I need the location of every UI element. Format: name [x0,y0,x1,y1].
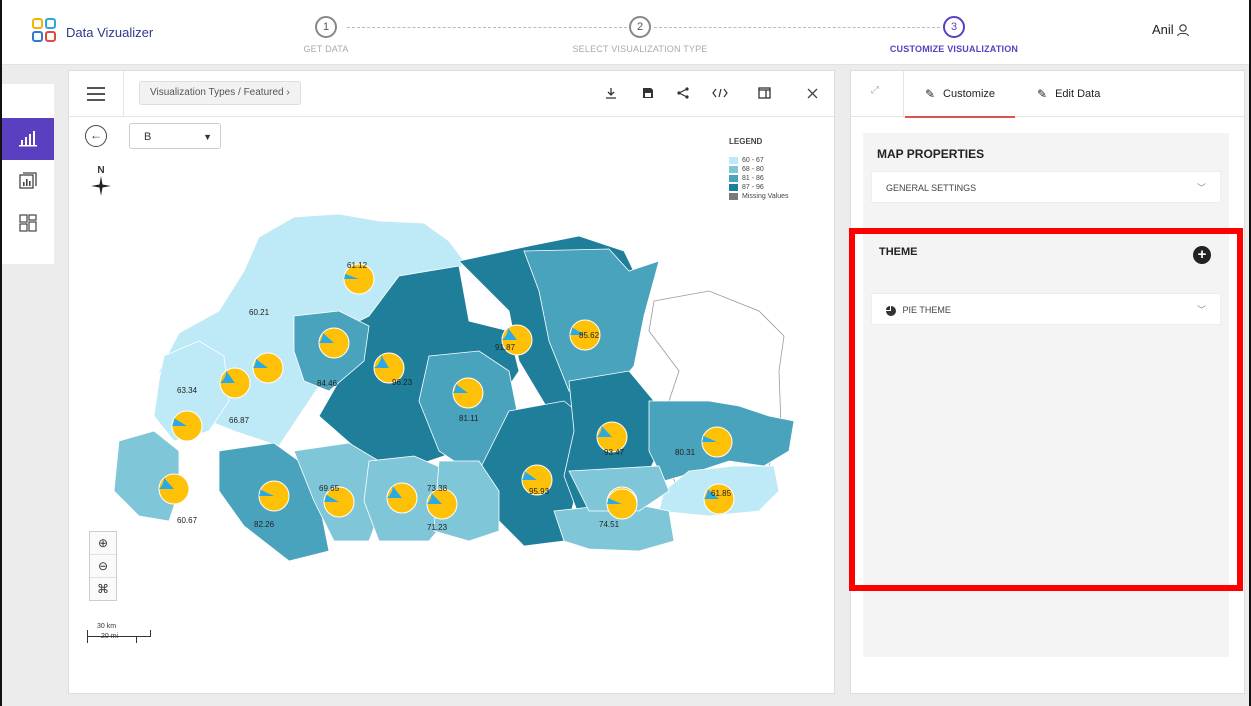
region-value-label: 84.46 [317,379,338,388]
zoom-out-icon[interactable]: ⊖ [90,555,116,578]
panel-tabs: ⤢ ✎ Customize ✎ Edit Data [851,71,1244,118]
region-value-label: 91.87 [495,343,516,352]
scale-km: 30 km [97,623,117,630]
region-value-label: 71.23 [427,523,448,532]
rail-dashboard-button[interactable] [2,202,54,244]
pie-theme-label: PIE THEME [902,305,951,315]
tab-customize-label: Customize [943,87,996,100]
region-value-label: 60.67 [177,516,198,525]
region-value-label: 61.85 [711,489,732,498]
legend-item: 87 - 96 [729,183,789,192]
legend-item: 81 - 86 [729,174,789,183]
pie-theme-accordion[interactable]: PIE THEME ﹀ [871,293,1221,325]
region-value-label: 95.93 [529,487,550,496]
region-value-label: 73.38 [427,484,448,493]
tab-edit-data[interactable]: ✎ Edit Data [1037,71,1100,116]
edit-icon: ✎ [1037,86,1048,101]
add-theme-button[interactable]: + [1193,246,1211,264]
map-properties-section: MAP PROPERTIES GENERAL SETTINGS ﹀ THEME … [863,133,1229,657]
step-label: GET DATA [303,44,349,54]
region-south-west [113,430,180,522]
step-number: 3 [943,16,965,38]
step-label: CUSTOMIZE VISUALIZATION [889,44,1019,54]
chevron-down-icon: ﹀ [1196,183,1206,193]
user-menu[interactable]: Anil [1152,22,1190,37]
rail-report-button[interactable] [2,160,54,202]
step-customize-visualization[interactable]: 3 CUSTOMIZE VISUALIZATION [864,16,1044,54]
step-label: SELECT VISUALIZATION TYPE [572,44,708,54]
region-value-label: 66.87 [229,416,250,425]
region-value-label: 85.62 [579,331,600,340]
step-select-visualization[interactable]: 2 SELECT VISUALIZATION TYPE [550,16,730,54]
brand-logo-icon [30,18,60,46]
legend-item: 68 - 80 [729,165,789,174]
user-name: Anil [1152,22,1174,37]
region-value-label: 80.31 [675,448,696,457]
general-settings-label: GENERAL SETTINGS [886,183,977,193]
region-value-label: 82.26 [254,520,275,529]
chevron-down-icon: ﹀ [1196,305,1206,315]
region-value-label: 63.34 [177,386,198,395]
brand[interactable]: Data Vizualizer [30,18,153,46]
top-header: Data Vizualizer 1 GET DATA 2 SELECT VISU… [2,0,1249,65]
visualization-panel: Visualization Types / Featured › ← B ▼ N [68,70,835,694]
customize-panel: ⤢ ✎ Customize ✎ Edit Data MAP PROPERTIES… [850,70,1245,694]
user-icon [1176,23,1189,36]
map-properties-title: MAP PROPERTIES [877,147,985,161]
region-value-label: 93.47 [604,448,625,457]
region-value-label: 96.23 [392,378,413,387]
expand-icon[interactable]: ⤢ [871,85,879,96]
region-value-label: 69.65 [319,484,340,493]
theme-title: THEME [879,246,918,258]
tab-customize[interactable]: ✎ Customize [905,71,1015,118]
zoom-controls: ⊕ ⊖ ⌘ [89,531,117,601]
tab-edit-data-label: Edit Data [1055,87,1101,100]
rail-chart-button[interactable] [2,118,54,160]
step-number: 2 [629,16,651,38]
pie-chart-icon [886,305,896,316]
choropleth-map[interactable] [69,71,834,693]
scale-bar: 30 km 20 mi [87,623,151,643]
region-value-label: 61.12 [347,261,368,270]
reset-extent-icon[interactable]: ⌘ [90,578,116,600]
region-value-label: 81.11 [459,414,479,423]
brush-icon: ✎ [924,86,936,101]
legend-item: 60 - 67 [729,156,789,165]
general-settings-accordion[interactable]: GENERAL SETTINGS ﹀ [871,171,1221,203]
map-legend: LEGEND 60 - 67 68 - 80 81 - 86 87 - 96 M… [729,137,789,201]
region-value-label: 60.21 [249,308,270,317]
step-number: 1 [315,16,337,38]
report-icon [19,172,37,189]
legend-item: Missing Values [729,192,789,201]
left-rail [2,84,54,264]
zoom-in-icon[interactable]: ⊕ [90,532,116,555]
bar-chart-icon [19,131,37,147]
legend-title: LEGEND [729,137,763,146]
app-title: Data Vizualizer [66,24,154,40]
scale-mi: 20 mi [101,633,119,640]
dashboard-icon [19,214,37,232]
step-get-data[interactable]: 1 GET DATA [236,16,416,54]
region-value-label: 74.51 [599,520,620,529]
